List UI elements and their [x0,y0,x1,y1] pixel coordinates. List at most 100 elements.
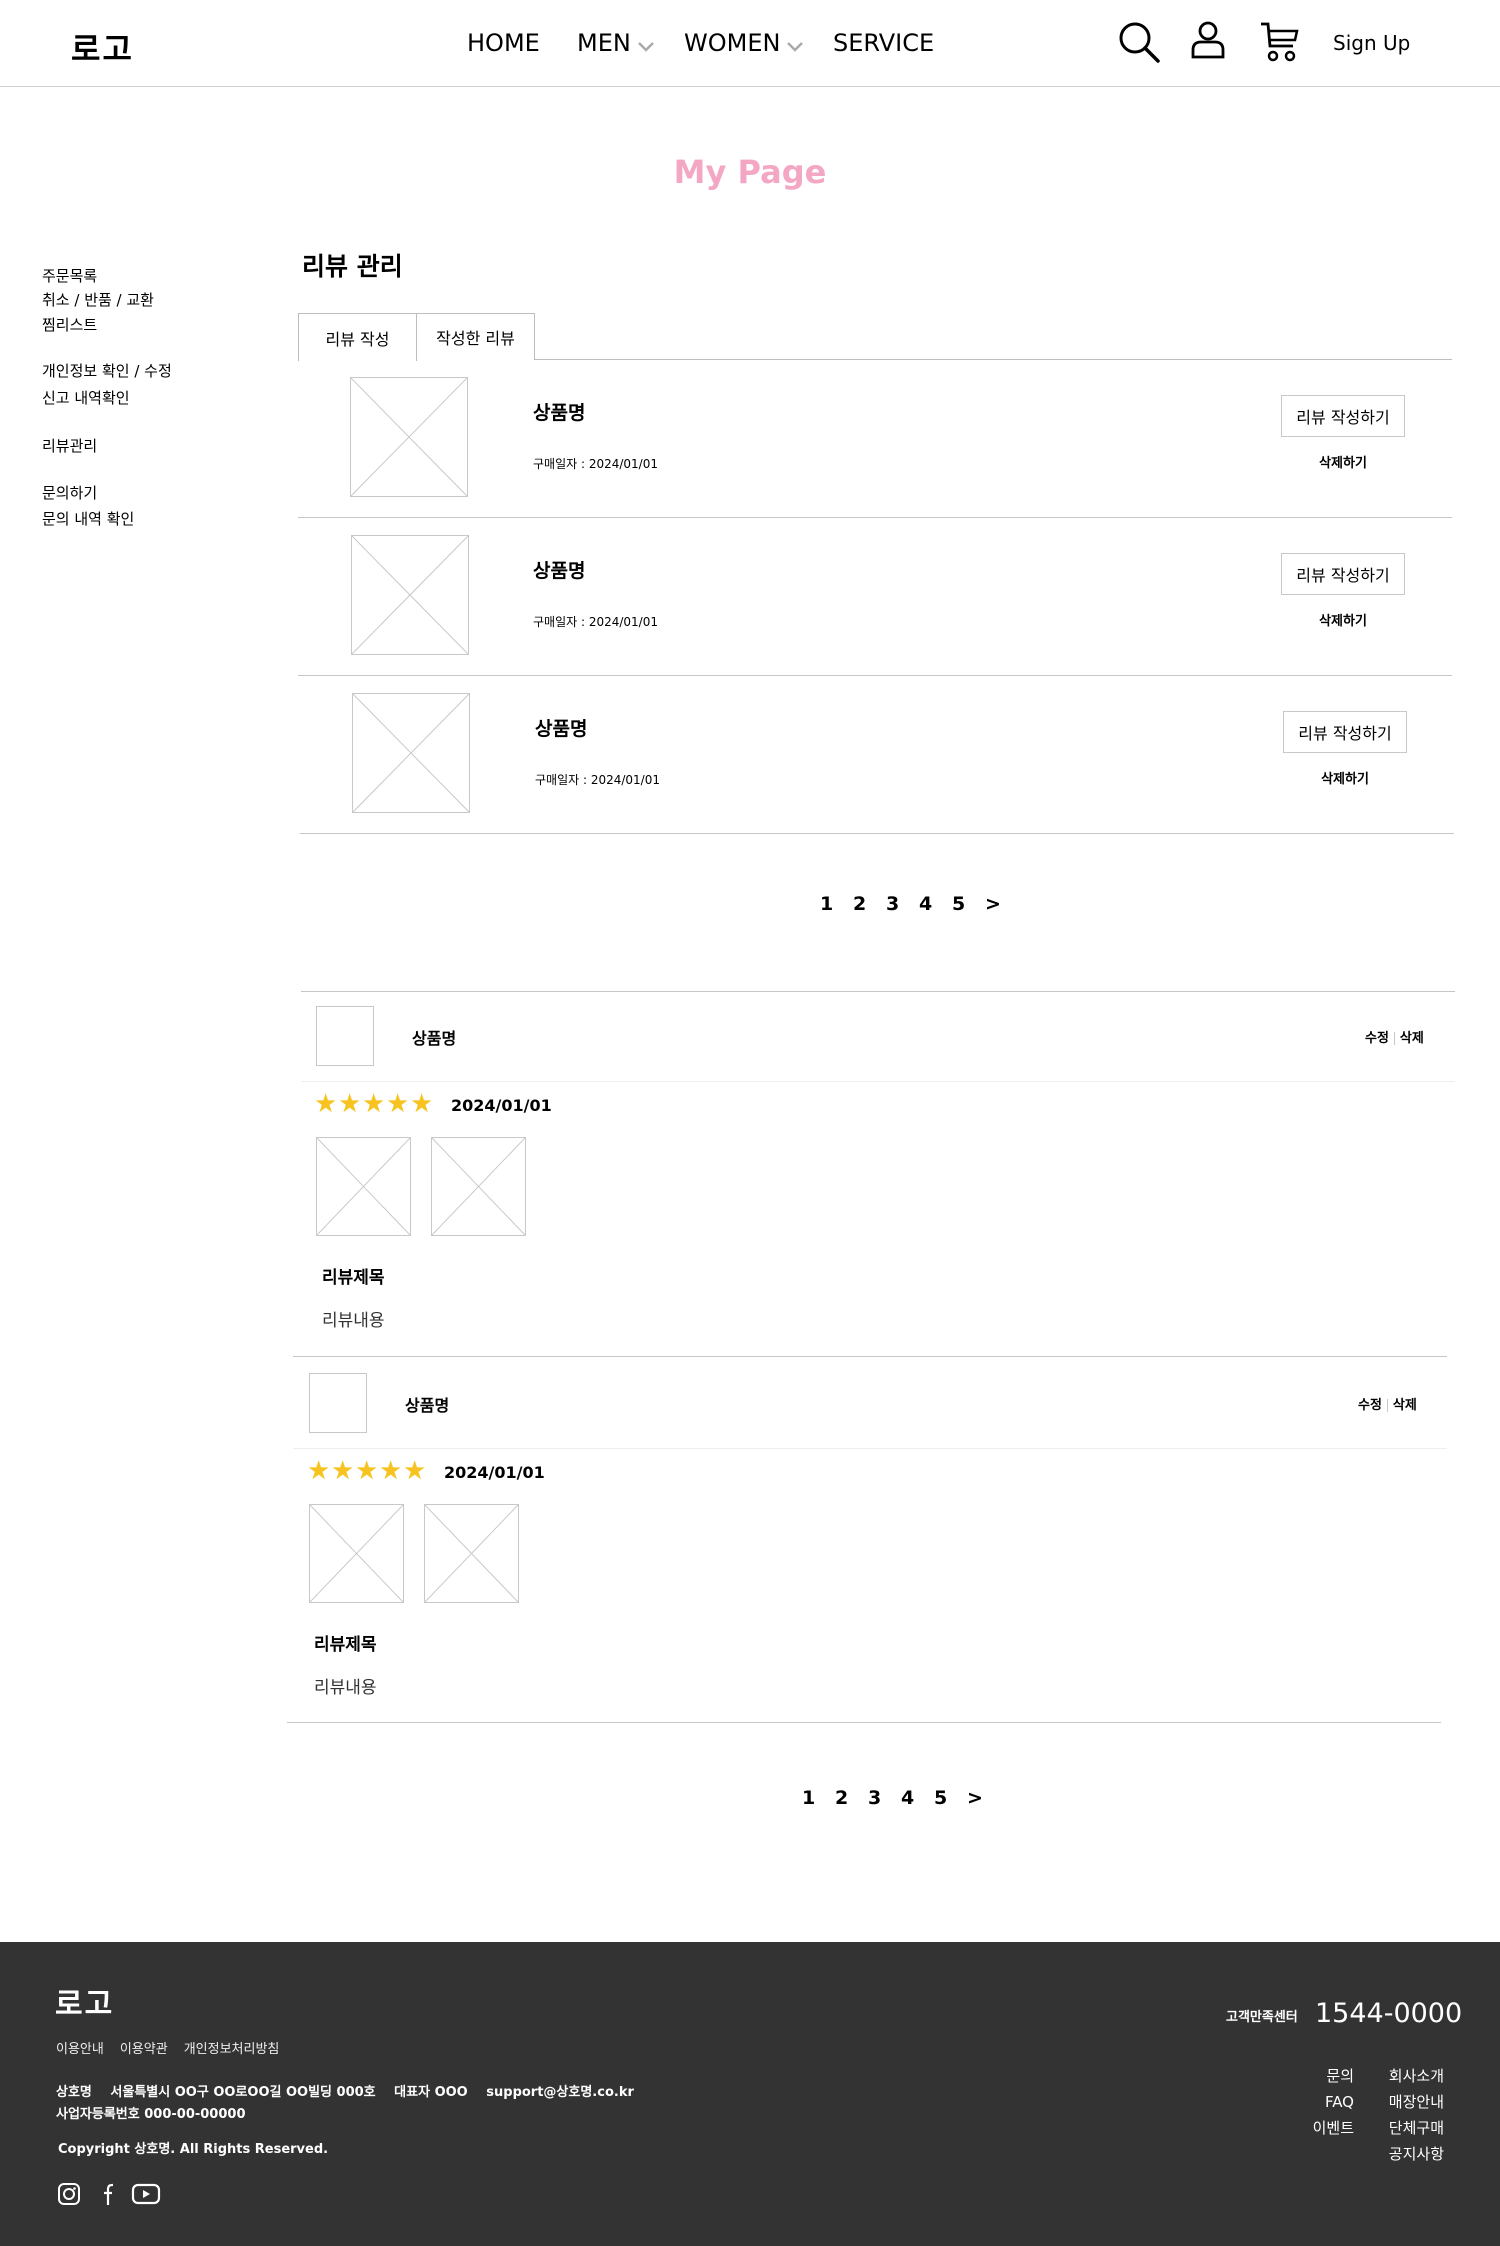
footer-menu-faq[interactable]: FAQ [1313,2089,1354,2115]
site-header: 로고 HOME MEN WOMEN SERVICE Sign Up [0,0,1500,87]
nav-women-label[interactable]: WOMEN [684,29,780,57]
footer-link-guide[interactable]: 이용안내 [56,2038,104,2057]
logo[interactable]: 로고 [71,24,134,70]
star-icon: ★ [355,1456,379,1486]
product-name: 상품명 [533,402,586,424]
page-5[interactable]: 5 [934,1787,967,1809]
page-1[interactable]: 1 [802,1787,835,1809]
delete-link[interactable]: 삭제 [1393,1398,1417,1413]
nav-home-label[interactable]: HOME [467,29,540,57]
footer-menu-event[interactable]: 이벤트 [1313,2115,1354,2141]
tab-written-reviews[interactable]: 작성한 리뷰 [416,313,535,360]
page-5[interactable]: 5 [952,893,985,915]
customer-center-phone[interactable]: 1544-0000 [1315,1998,1462,2029]
next-page[interactable]: > [967,1787,1000,1809]
footer-menu-group-buy[interactable]: 단체구매 [1389,2115,1444,2141]
review-divider [287,1722,1441,1723]
delete-link[interactable]: 삭제하기 [1283,768,1407,787]
sidebar-item-inquiry-history[interactable]: 문의 내역 확인 [42,508,134,529]
edit-link[interactable]: 수정 [1365,1031,1389,1046]
star-icon: ★ [307,1456,331,1486]
sidebar-item-profile[interactable]: 개인정보 확인 / 수정 [42,360,172,381]
delete-link[interactable]: 삭제하기 [1281,610,1405,629]
review-image-placeholder [431,1137,526,1236]
review-product-thumbnail [309,1373,367,1433]
footer-menu-notice[interactable]: 공지사항 [1389,2141,1444,2167]
footer-logo[interactable]: 로고 [55,1979,114,2023]
footer-menu-about[interactable]: 회사소개 [1389,2063,1444,2089]
star-icon: ★ [331,1456,355,1486]
review-date: 2024/01/01 [444,1463,545,1482]
company-info: 상호명 서울특별시 OO구 OO로OO길 OO빌딩 000호 대표자 OOO s… [56,2082,648,2126]
star-rating: ★ ★ ★ ★ ★ [307,1458,427,1484]
review-actions: 수정 삭제 [1358,1394,1417,1413]
next-page[interactable]: > [985,893,1018,915]
sidebar-item-returns[interactable]: 취소 / 반품 / 교환 [42,289,154,310]
star-icon: ★ [362,1089,386,1119]
user-icon[interactable] [1190,20,1226,60]
footer-link-terms[interactable]: 이용약관 [120,2038,168,2057]
purchase-date: 구매일자 : 2024/01/01 [533,457,658,471]
star-icon: ★ [379,1456,403,1486]
footer-menu-right: 회사소개 매장안내 단체구매 공지사항 [1389,2063,1444,2167]
site-footer: 로고 이용안내 이용약관 개인정보처리방침 상호명 서울특별시 OO구 OO로O… [0,1942,1500,2246]
write-review-button[interactable]: 리뷰 작성하기 [1283,711,1407,753]
signup-link[interactable]: Sign Up [1333,31,1410,55]
review-divider [301,991,1455,992]
review-image-placeholder [309,1504,404,1603]
review-actions: 수정 삭제 [1365,1027,1424,1046]
nav-women[interactable]: WOMEN [684,29,804,57]
delete-link[interactable]: 삭제 [1400,1031,1424,1046]
review-divider [293,1356,1447,1357]
write-review-button[interactable]: 리뷰 작성하기 [1281,553,1405,595]
review-subdivider [301,1081,1455,1082]
page-4[interactable]: 4 [901,1787,934,1809]
footer-link-privacy[interactable]: 개인정보처리방침 [184,2038,280,2057]
page-2[interactable]: 2 [835,1787,868,1809]
chevron-down-icon [787,42,804,52]
youtube-icon[interactable] [131,2182,161,2206]
cart-icon[interactable] [1259,20,1301,64]
order-row: 상품명 구매일자 : 2024/01/01 리뷰 작성하기 삭제하기 [298,518,1452,676]
page-3[interactable]: 3 [868,1787,901,1809]
nav-men[interactable]: MEN [577,29,655,57]
page-4[interactable]: 4 [919,893,952,915]
product-image-placeholder [351,535,469,655]
sidebar-item-orders[interactable]: 주문목록 [42,265,97,286]
review-content: 리뷰내용 [314,1678,377,1698]
page-3[interactable]: 3 [886,893,919,915]
delete-link[interactable]: 삭제하기 [1281,452,1405,471]
sidebar-item-wishlist[interactable]: 찜리스트 [42,314,97,335]
star-icon: ★ [338,1089,362,1119]
product-name: 상품명 [535,718,588,740]
review-content: 리뷰내용 [322,1311,385,1331]
company-name: 상호명 [56,2085,92,2100]
facebook-icon[interactable] [96,2182,116,2206]
chevron-down-icon [637,42,654,52]
search-icon[interactable] [1117,20,1161,64]
review-product-thumbnail [316,1006,374,1066]
business-number: 사업자등록번호 000-00-00000 [56,2107,246,2122]
footer-menu-stores[interactable]: 매장안내 [1389,2089,1444,2115]
company-email[interactable]: support@상호명.co.kr [486,2085,634,2100]
page-2[interactable]: 2 [853,893,886,915]
nav-men-label[interactable]: MEN [577,29,631,57]
star-icon: ★ [403,1456,427,1486]
sidebar-item-reports[interactable]: 신고 내역확인 [42,387,130,408]
nav-service-label[interactable]: SERVICE [833,29,934,57]
copyright: Copyright 상호명. All Rights Reserved. [58,2142,329,2157]
page-1[interactable]: 1 [820,893,853,915]
star-icon: ★ [410,1089,434,1119]
star-icon: ★ [386,1089,410,1119]
instagram-icon[interactable] [57,2182,81,2206]
company-ceo: 대표자 OOO [394,2085,468,2100]
nav-home[interactable]: HOME [467,29,540,57]
pagination: 1 2 3 4 5 > [802,1787,1000,1809]
sidebar-item-inquiry[interactable]: 문의하기 [42,482,97,503]
write-review-button[interactable]: 리뷰 작성하기 [1281,395,1405,437]
edit-link[interactable]: 수정 [1358,1398,1382,1413]
nav-service[interactable]: SERVICE [833,29,934,57]
tab-write-review[interactable]: 리뷰 작성 [298,313,417,361]
footer-menu-inquiry[interactable]: 문의 [1313,2063,1354,2089]
sidebar-item-reviews[interactable]: 리뷰관리 [42,435,97,456]
